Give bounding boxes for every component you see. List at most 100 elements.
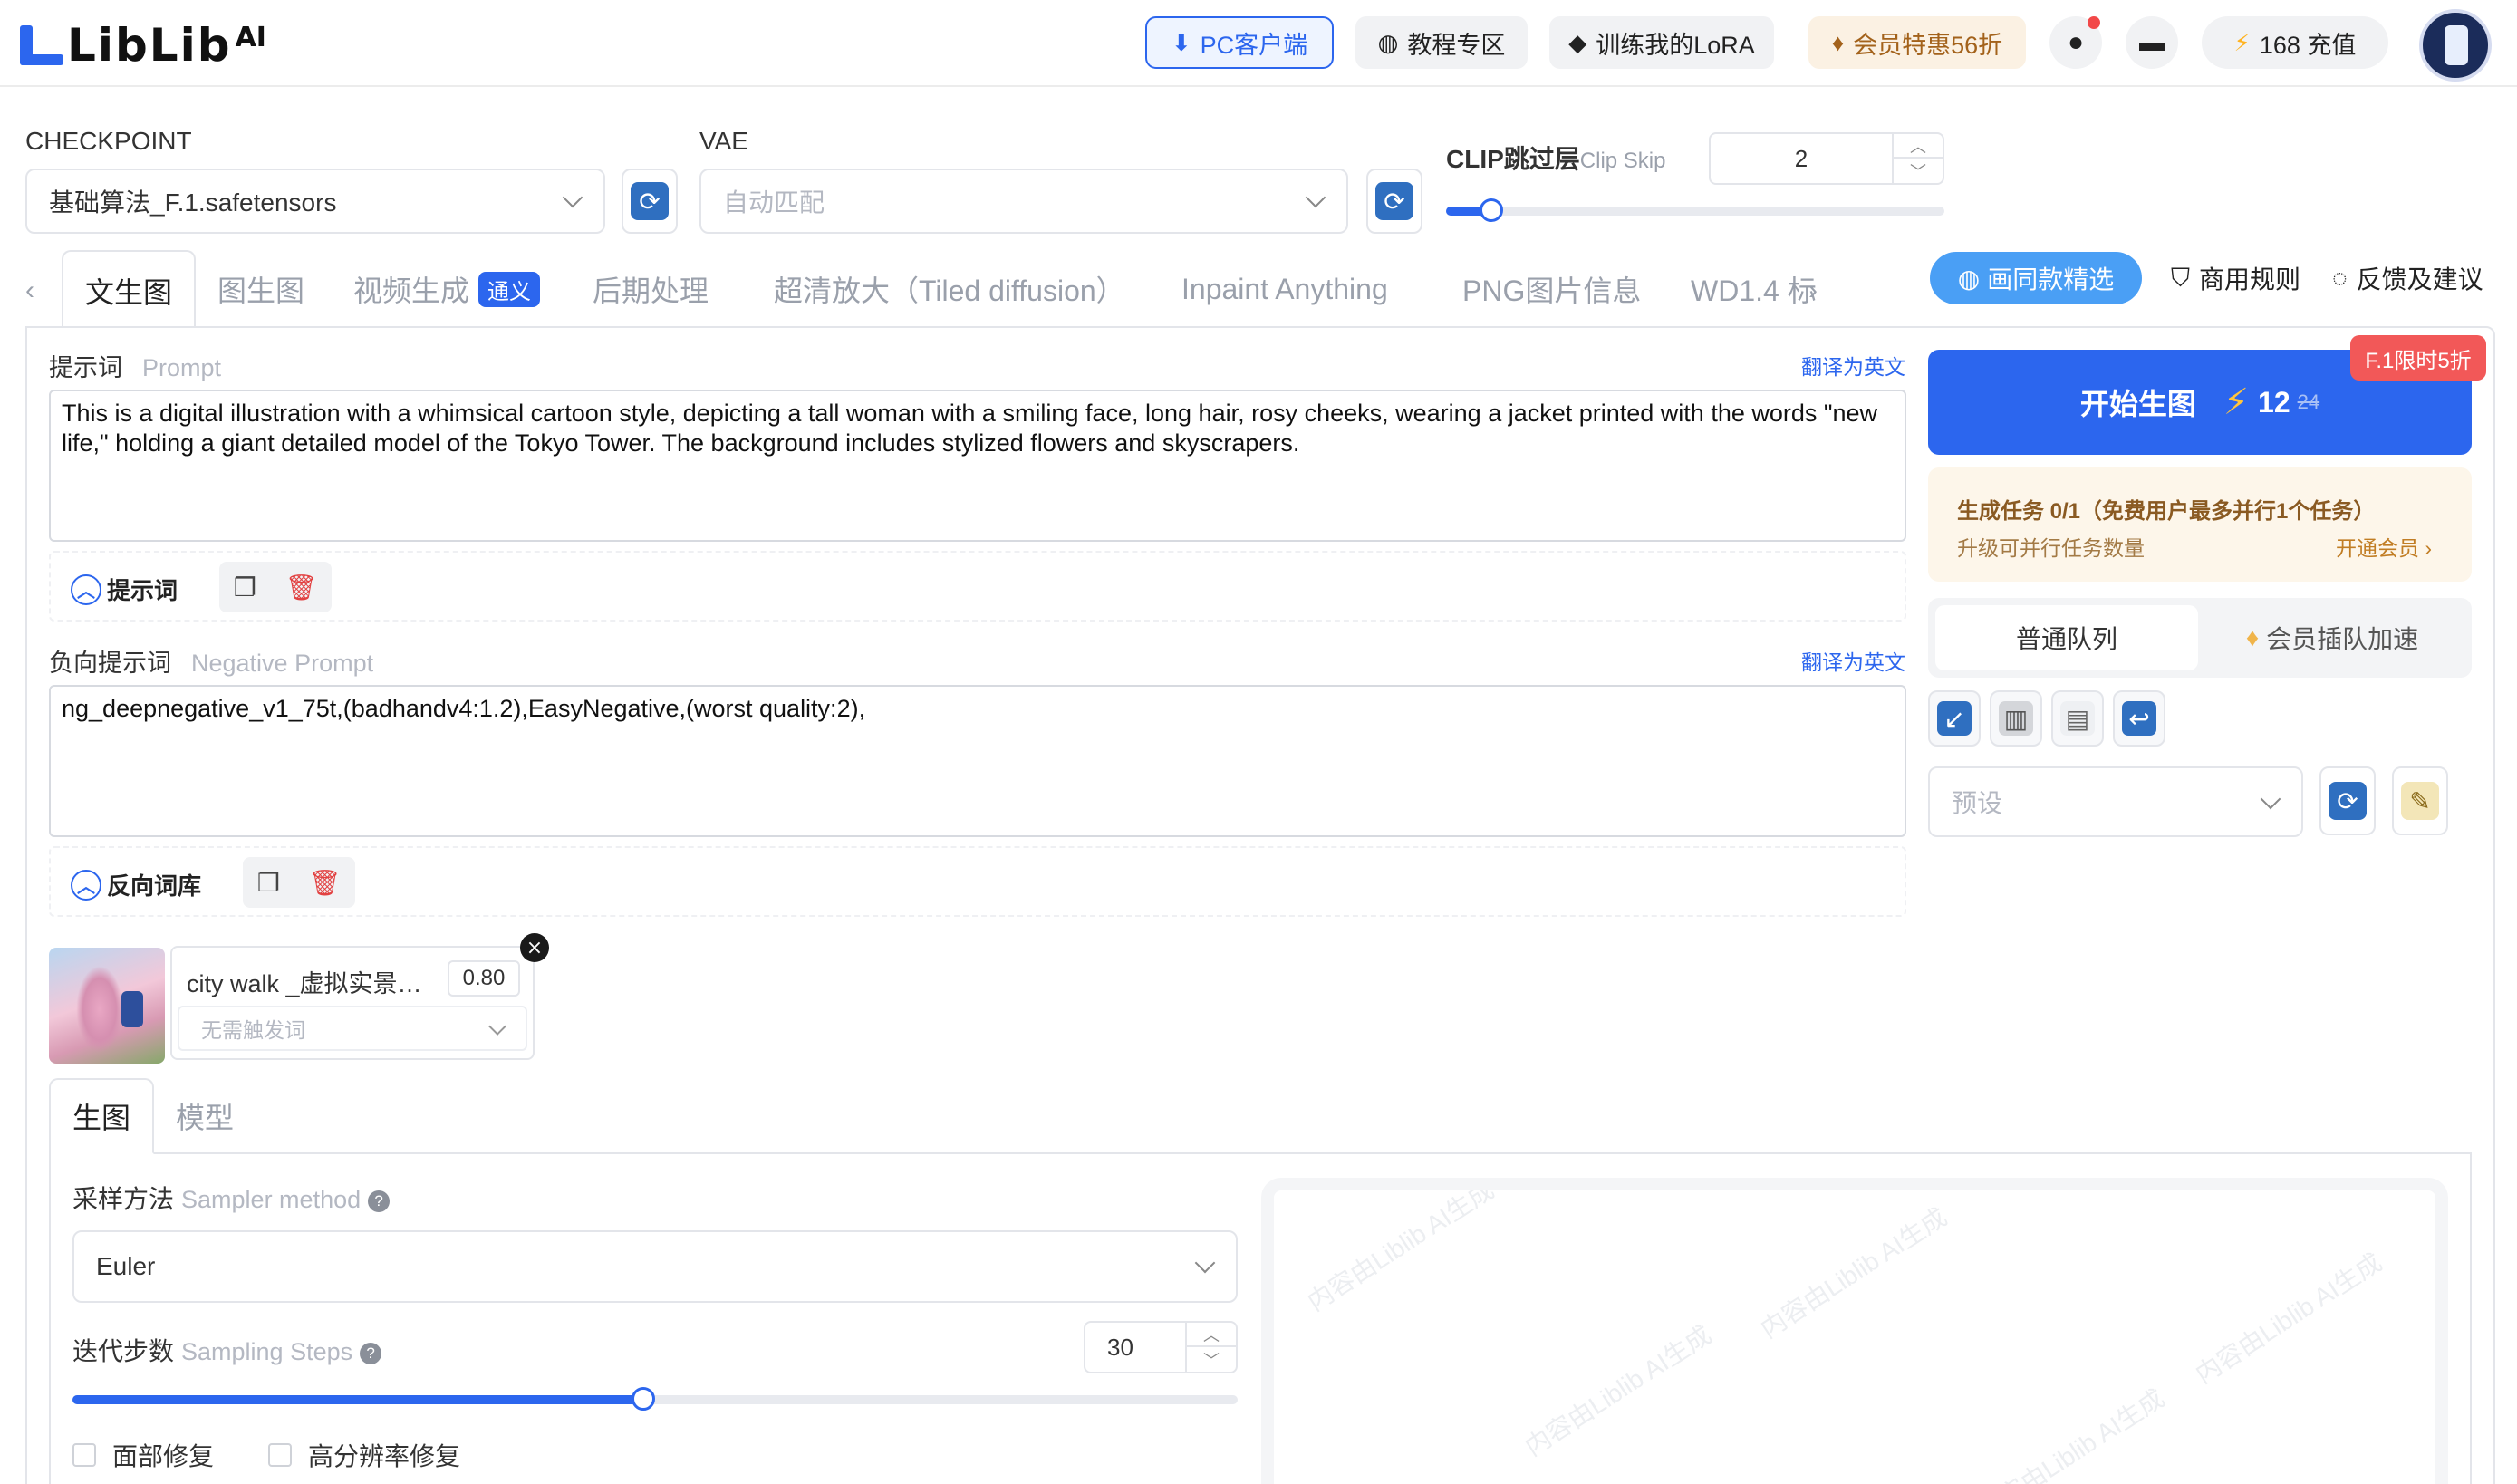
pc-client-button[interactable]: ⬇ PC客户端 xyxy=(1145,16,1334,69)
tab-inpaint-anything[interactable]: Inpaint Anything xyxy=(1181,250,1388,328)
tab-wd14[interactable]: WD1.4 标 xyxy=(1691,250,1818,328)
steps-label-en: Sampling Steps xyxy=(181,1338,353,1365)
clip-skip-title: CLIP跳过层 xyxy=(1446,145,1580,173)
messages-button[interactable]: ● xyxy=(2049,16,2102,69)
negative-toolbar: ︿ 反向词库 ❐ 🗑 xyxy=(49,846,1906,917)
sampler-select[interactable]: Euler xyxy=(72,1230,1238,1303)
checkpoint-label: CHECKPOINT xyxy=(25,127,192,155)
tab-label: 视频生成 xyxy=(353,275,470,307)
chevron-down-icon xyxy=(488,1017,506,1036)
subtab-model[interactable]: 模型 xyxy=(176,1078,234,1154)
vip-queue-label: 会员插队加速 xyxy=(2266,625,2419,653)
lora-thumbnail[interactable] xyxy=(49,948,165,1064)
tab-img2img[interactable]: 图生图 xyxy=(217,250,304,328)
recharge-button[interactable]: ⚡ 168 充值 xyxy=(2202,16,2388,69)
same-style-label: 画同款精选 xyxy=(1987,265,2115,294)
preset-select[interactable]: 预设 xyxy=(1928,766,2303,837)
stepper-up-icon[interactable]: ︿ xyxy=(1187,1323,1236,1347)
shield-icon: ⛉ xyxy=(2171,263,2191,292)
stepper-buttons: ︿ ﹀ xyxy=(1892,134,1943,183)
preset-placeholder: 预设 xyxy=(1952,789,2003,817)
avatar[interactable] xyxy=(2419,9,2492,82)
negative-prompt-textarea[interactable]: ng_deepnegative_v1_75t,(badhandv4:1.2),E… xyxy=(49,685,1906,837)
watermark-text: 内容由Liblib AI生成 xyxy=(1519,1320,1717,1462)
vip-offer-button[interactable]: ♦ 会员特惠56折 xyxy=(1808,16,2026,69)
send-to-input-button[interactable]: ↙ xyxy=(1928,690,1981,747)
queue-selector: 普通队列 ♦ 会员插队加速 xyxy=(1928,598,2472,678)
steps-stepper[interactable]: 30 ︿ ﹀ xyxy=(1084,1321,1238,1373)
stepper-up-icon[interactable]: ︿ xyxy=(1894,134,1943,159)
checkpoint-value: 基础算法_F.1.safetensors xyxy=(49,188,337,217)
chevron-down-icon xyxy=(1194,1252,1216,1274)
undo-icon: ↩ xyxy=(2122,701,2156,736)
tab-label: 后期处理 xyxy=(593,275,709,307)
tutorial-button[interactable]: ◍ 教程专区 xyxy=(1355,16,1528,69)
normal-queue-option[interactable]: 普通队列 xyxy=(1935,605,2198,670)
open-vip-link[interactable]: 开通会员 › xyxy=(2336,531,2432,562)
liblib-logo[interactable]: LibLib AI xyxy=(16,18,266,72)
lightning-icon: ⚡ xyxy=(2233,28,2251,56)
same-style-button[interactable]: ◍ 画同款精选 xyxy=(1930,252,2142,304)
stepper-down-icon[interactable]: ﹀ xyxy=(1894,159,1943,183)
help-icon[interactable]: ? xyxy=(368,1190,391,1212)
negative-prompt-label: 负向提示词 Negative Prompt xyxy=(49,643,373,679)
slider-knob[interactable] xyxy=(632,1387,656,1411)
lora-remove-icon[interactable]: × xyxy=(520,933,549,962)
function-tabs: ‹ 文生图 图生图 视频生成 通义 后期处理 超清放大（Tiled diffus… xyxy=(25,250,1847,330)
clip-skip-stepper[interactable]: 2 ︿ ﹀ xyxy=(1709,132,1944,185)
stepper-down-icon[interactable]: ﹀ xyxy=(1187,1347,1236,1372)
prompt-tools: ❐ 🗑 xyxy=(219,562,332,612)
download-monitor-icon: ⬇ xyxy=(1171,28,1191,56)
preset-edit-button[interactable]: ✎ xyxy=(2392,766,2448,835)
clip-skip-slider[interactable] xyxy=(1446,198,1944,222)
vip-queue-option[interactable]: ♦ 会员插队加速 xyxy=(2200,605,2464,670)
refresh-icon: ⟳ xyxy=(1375,182,1413,220)
clear-button[interactable]: ▥ xyxy=(1990,690,2042,747)
help-icon[interactable]: ? xyxy=(360,1343,382,1364)
checkbox-box xyxy=(268,1443,292,1467)
trash-icon[interactable]: 🗑 xyxy=(309,868,342,898)
lora-weight-input[interactable]: 0.80 xyxy=(448,960,520,997)
copy-icon[interactable]: ❐ xyxy=(234,573,256,602)
prompt-toolbar: ︿ 提示词 ❐ 🗑 xyxy=(49,551,1906,622)
tab-label: PNG图片信息 xyxy=(1462,275,1642,307)
tab-scroll-right-icon[interactable]: › xyxy=(1808,275,1818,306)
prompt-translate-link[interactable]: 翻译为英文 xyxy=(1801,350,1905,381)
preset-refresh-button[interactable]: ⟳ xyxy=(2319,766,2376,835)
prompt-expand-toggle[interactable]: ︿ 提示词 xyxy=(71,573,178,606)
prompt-textarea[interactable]: This is a digital illustration with a wh… xyxy=(49,390,1906,542)
feedback-button[interactable]: ◌ 反馈及建议 xyxy=(2332,252,2483,304)
steps-value: 30 xyxy=(1107,1333,1133,1361)
negative-expand-toggle[interactable]: ︿ 反向词库 xyxy=(71,868,201,901)
slider-knob[interactable] xyxy=(1479,198,1503,222)
commercial-rules-button[interactable]: ⛉ 商用规则 xyxy=(2171,252,2300,304)
copy-icon[interactable]: ❐ xyxy=(257,868,280,898)
clip-skip-value: 2 xyxy=(1794,144,1808,172)
feedback-label: 反馈及建议 xyxy=(2356,265,2483,294)
vae-select[interactable]: 自动匹配 xyxy=(699,169,1348,234)
tab-postprocess[interactable]: 后期处理 xyxy=(593,250,709,328)
tab-video[interactable]: 视频生成 通义 xyxy=(353,250,541,328)
checkpoint-refresh-button[interactable]: ⟳ xyxy=(622,169,678,234)
files-button[interactable]: ▬ xyxy=(2126,16,2178,69)
checkpoint-select[interactable]: 基础算法_F.1.safetensors xyxy=(25,169,605,234)
tab-tiled-diffusion[interactable]: 超清放大（Tiled diffusion） xyxy=(774,250,1125,328)
tab-txt2img[interactable]: 文生图 xyxy=(62,250,197,330)
steps-slider[interactable] xyxy=(72,1387,1238,1411)
subtab-generate[interactable]: 生图 xyxy=(49,1078,154,1154)
lora-trigger-select[interactable]: 无需触发词 xyxy=(178,1006,527,1051)
vae-value: 自动匹配 xyxy=(723,188,825,217)
face-restore-checkbox[interactable]: 面部修复 xyxy=(72,1437,214,1473)
notes-button[interactable]: ▤ xyxy=(2051,690,2104,747)
hires-fix-checkbox[interactable]: 高分辨率修复 xyxy=(268,1437,460,1473)
undo-button[interactable]: ↩ xyxy=(2113,690,2165,747)
trash-icon[interactable]: 🗑 xyxy=(285,573,318,602)
watermark-text: 内容由Liblib AI生成 xyxy=(2190,1248,2387,1390)
stepper-buttons: ︿ ﹀ xyxy=(1185,1323,1236,1372)
negative-translate-link[interactable]: 翻译为英文 xyxy=(1801,645,1905,676)
tab-scroll-left-icon[interactable]: ‹ xyxy=(25,275,34,306)
tab-png-info[interactable]: PNG图片信息 xyxy=(1462,250,1641,328)
train-lora-button[interactable]: ◆ 训练我的LoRA xyxy=(1549,16,1774,69)
vae-refresh-button[interactable]: ⟳ xyxy=(1366,169,1422,234)
tongyi-badge: 通义 xyxy=(478,271,541,307)
